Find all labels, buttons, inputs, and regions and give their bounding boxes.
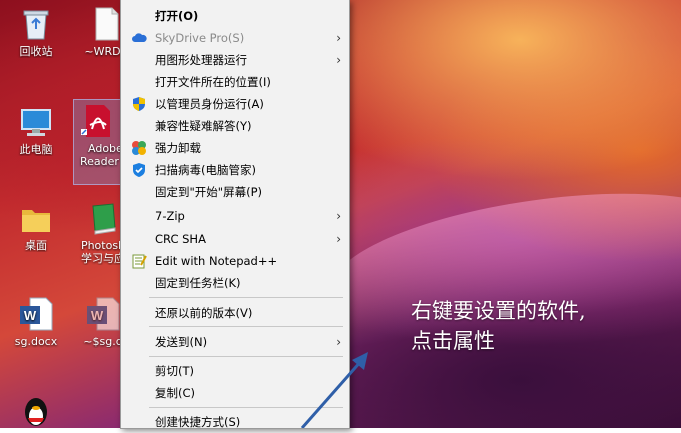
annotation-text: 右键要设置的软件, 点击属性 xyxy=(411,296,586,356)
annotation-arrow xyxy=(300,352,368,428)
annotation-line1: 右键要设置的软件, xyxy=(411,299,586,323)
annotation-line2: 点击属性 xyxy=(411,329,495,353)
